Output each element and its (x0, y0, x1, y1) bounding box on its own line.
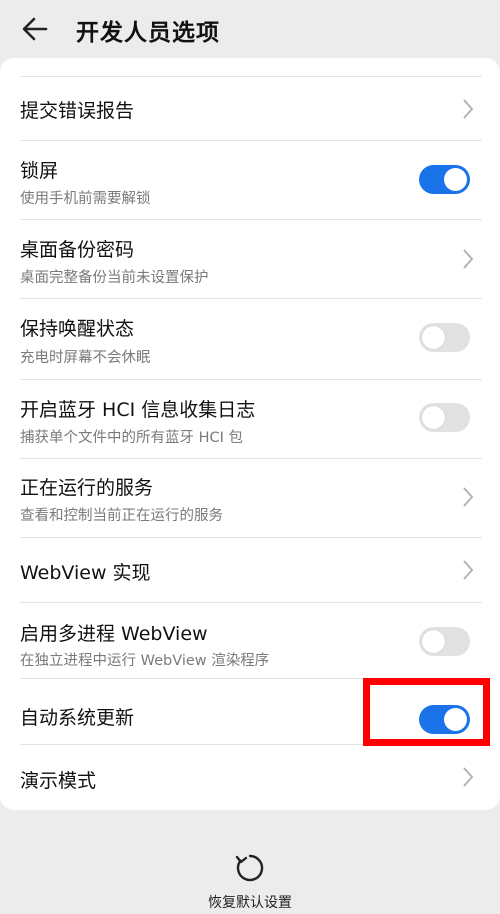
page-title: 开发人员选项 (76, 20, 220, 46)
highlight-box (363, 678, 490, 746)
stay-awake-toggle[interactable] (419, 323, 470, 352)
refresh-icon (235, 854, 264, 882)
chevron-right-icon (463, 560, 474, 580)
setting-lock-screen[interactable]: 锁屏 使用手机前需要解锁 (0, 141, 500, 219)
toggle-knob (444, 168, 467, 191)
setting-multiprocess-webview[interactable]: 启用多进程 WebView 在独立进程中运行 WebView 渲染程序 (0, 603, 500, 678)
setting-demo-mode[interactable]: 演示模式 (0, 745, 500, 808)
setting-label: 自动系统更新 (20, 707, 135, 729)
restore-defaults-label: 恢复默认设置 (208, 895, 292, 911)
setting-label: 开启蓝牙 HCI 信息收集日志 (20, 399, 256, 421)
toggle-knob (422, 326, 445, 349)
setting-label: 提交错误报告 (20, 100, 135, 122)
chevron-right-icon (463, 767, 474, 787)
chevron-right-icon (463, 249, 474, 269)
setting-running-services[interactable]: 正在运行的服务 查看和控制当前正在运行的服务 (0, 459, 500, 537)
bluetooth-hci-log-toggle[interactable] (419, 403, 470, 432)
setting-description: 查看和控制当前正在运行的服务 (20, 508, 223, 524)
lock-screen-toggle[interactable] (419, 165, 470, 194)
setting-webview-implementation[interactable]: WebView 实现 (0, 538, 500, 602)
setting-label: 保持唤醒状态 (20, 318, 135, 340)
app-header: 开发人员选项 (0, 0, 500, 58)
setting-stay-awake[interactable]: 保持唤醒状态 充电时屏幕不会休眠 (0, 299, 500, 379)
setting-label: 演示模式 (20, 770, 97, 792)
restore-defaults-button[interactable]: 恢复默认设置 (190, 850, 310, 912)
setting-description: 捕获单个文件中的所有蓝牙 HCI 包 (20, 430, 244, 446)
setting-label: 启用多进程 WebView (20, 623, 208, 645)
setting-bug-report[interactable]: 提交错误报告 (0, 77, 500, 140)
setting-label: 正在运行的服务 (20, 477, 154, 499)
bottom-bar: 恢复默认设置 (0, 842, 500, 914)
chevron-right-icon (463, 99, 474, 119)
setting-label: WebView 实现 (20, 562, 151, 584)
setting-bluetooth-hci-log[interactable]: 开启蓝牙 HCI 信息收集日志 捕获单个文件中的所有蓝牙 HCI 包 (0, 380, 500, 458)
toggle-knob (422, 406, 445, 429)
setting-description: 在独立进程中运行 WebView 渲染程序 (20, 653, 270, 669)
back-arrow-icon[interactable] (20, 14, 50, 44)
setting-description: 充电时屏幕不会休眠 (20, 350, 151, 366)
toggle-knob (422, 630, 445, 653)
setting-label: 锁屏 (20, 160, 59, 182)
setting-label: 桌面备份密码 (20, 239, 135, 261)
setting-desktop-backup-password[interactable]: 桌面备份密码 桌面完整备份当前未设置保护 (0, 220, 500, 298)
setting-description: 使用手机前需要解锁 (20, 191, 151, 207)
chevron-right-icon (463, 487, 474, 507)
setting-description: 桌面完整备份当前未设置保护 (20, 270, 209, 286)
multiprocess-webview-toggle[interactable] (419, 627, 470, 656)
